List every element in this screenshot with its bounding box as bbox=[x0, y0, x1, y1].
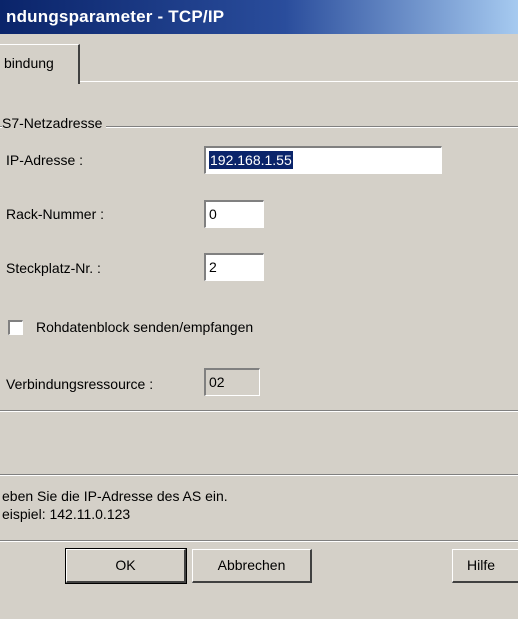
hint-line-2: eispiel: 142.11.0.123 bbox=[2, 506, 131, 522]
tab-verbindung[interactable]: bindung bbox=[0, 44, 80, 84]
raw-data-block-checkbox[interactable] bbox=[8, 320, 23, 335]
rack-number-label: Rack-Nummer : bbox=[6, 206, 105, 222]
help-button[interactable]: Hilfe bbox=[452, 549, 518, 583]
group-label: S7-Netzadresse bbox=[2, 115, 107, 131]
ip-address-input[interactable]: 192.168.1.55 bbox=[204, 146, 442, 174]
tab-strip: bindung bbox=[0, 34, 518, 84]
separator-3 bbox=[0, 540, 518, 541]
ip-address-label: IP-Adresse : bbox=[6, 152, 84, 168]
hint-line-1: eben Sie die IP-Adresse des AS ein. bbox=[2, 488, 228, 504]
window-title: ndungsparameter - TCP/IP bbox=[0, 0, 518, 34]
connection-resource-field: 02 bbox=[204, 368, 260, 396]
rack-number-input[interactable]: 0 bbox=[204, 200, 264, 228]
separator-2 bbox=[0, 474, 518, 475]
ip-address-value: 192.168.1.55 bbox=[209, 151, 293, 169]
tab-panel: S7-Netzadresse IP-Adresse : 192.168.1.55… bbox=[0, 82, 518, 619]
raw-data-block-label: Rohdatenblock senden/empfangen bbox=[36, 319, 254, 335]
cancel-button[interactable]: Abbrechen bbox=[192, 549, 312, 583]
ok-button[interactable]: OK bbox=[65, 548, 187, 584]
connection-resource-label: Verbindungsressource : bbox=[6, 376, 154, 392]
slot-number-label: Steckplatz-Nr. : bbox=[6, 260, 101, 276]
separator-1 bbox=[0, 410, 518, 411]
slot-number-input[interactable]: 2 bbox=[204, 253, 264, 281]
